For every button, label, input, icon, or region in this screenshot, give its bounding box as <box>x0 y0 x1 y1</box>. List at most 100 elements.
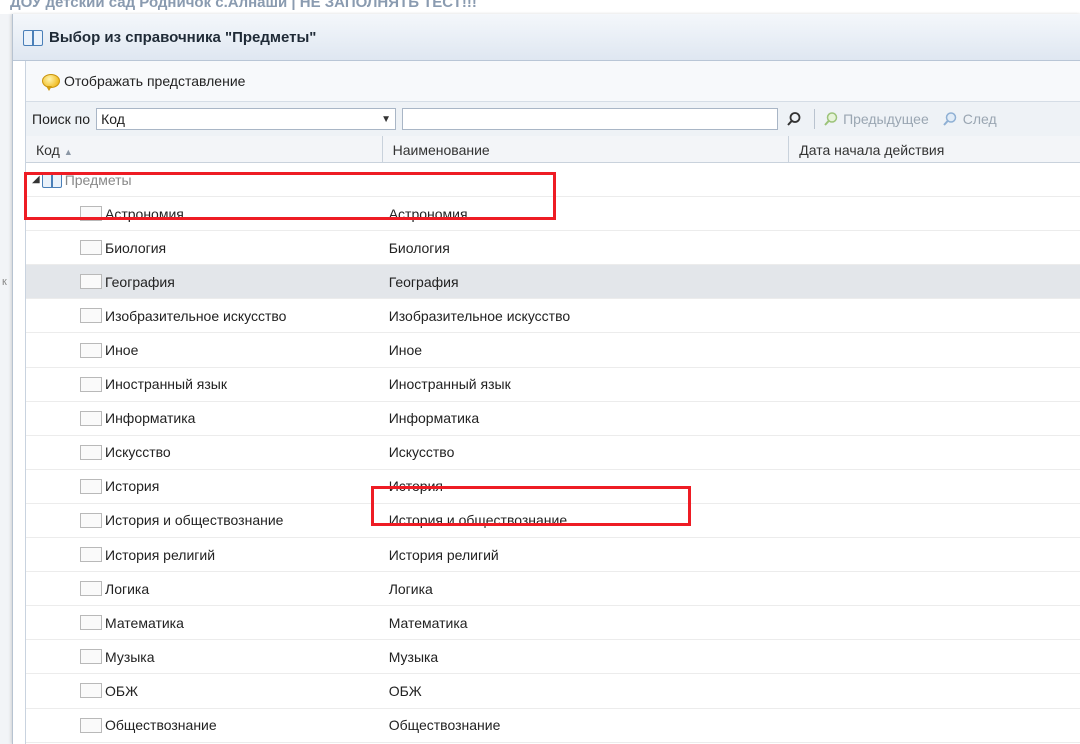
leaf-item-icon <box>80 376 102 392</box>
tree-root-label: Предметы <box>64 171 132 188</box>
leaf-item-icon <box>80 444 102 460</box>
code-cell: Астрономия <box>26 206 383 222</box>
background-left-mark: к <box>2 276 7 288</box>
table-row[interactable]: История История <box>26 470 1080 504</box>
table-row[interactable]: Биология Биология <box>26 231 1080 266</box>
background-window-title: ДОУ детский сад Родничок с.Алнаши | НЕ З… <box>10 0 477 11</box>
leaf-item-icon <box>80 206 102 222</box>
name-cell: История религий <box>388 546 499 563</box>
name-cell: Изобразительное искусство <box>388 307 571 324</box>
leaf-item-icon <box>80 615 102 631</box>
table-row[interactable]: История и обществознание История и общест… <box>26 504 1080 539</box>
dialog-header[interactable]: Выбор из справочника "Предметы" <box>13 14 1080 61</box>
search-icon <box>787 112 801 126</box>
search-input[interactable] <box>402 108 779 130</box>
code-text: Астрономия <box>105 205 184 222</box>
column-header-name[interactable]: Наименование <box>383 136 790 162</box>
table-row[interactable]: Логика Логика <box>26 572 1080 607</box>
leaf-item-icon <box>80 547 102 563</box>
code-text: Логика <box>105 580 150 597</box>
table-row[interactable]: ОБЖ ОБЖ <box>26 674 1080 709</box>
code-text: География <box>105 273 175 290</box>
name-cell: Логика <box>388 580 433 597</box>
name-cell: Музыка <box>388 648 439 665</box>
table-row[interactable]: Иное Иное <box>26 333 1080 368</box>
code-text: Музыка <box>105 648 155 665</box>
show-view-button[interactable]: Отображать представление <box>42 73 246 91</box>
previous-button[interactable]: Предыдущее <box>823 111 929 127</box>
name-cell: Иное <box>388 342 423 359</box>
show-view-label: Отображать представление <box>64 73 246 89</box>
code-text: ОБЖ <box>105 682 139 699</box>
code-text: Обществознание <box>105 717 217 734</box>
name-cell: Иностранный язык <box>388 376 511 393</box>
column-header-start-date[interactable]: Дата начала действия <box>789 136 1080 162</box>
name-cell: История <box>388 478 443 495</box>
dialog-body: Отображать представление Поиск по Код ▼ <box>25 61 1080 744</box>
search-field-select[interactable]: Код ▼ <box>96 108 397 130</box>
table-row[interactable]: Обществознание Обществознание <box>26 709 1080 743</box>
code-cell: Математика <box>26 615 383 631</box>
code-cell: Логика <box>26 581 383 597</box>
code-cell: Обществознание <box>26 717 383 733</box>
leaf-item-icon <box>80 274 102 290</box>
name-cell: История и обществознание <box>388 512 568 529</box>
code-cell: География <box>26 274 383 290</box>
code-cell: История <box>26 478 383 494</box>
grid-header: Код ▲ Наименование Дата начала действия <box>26 136 1080 163</box>
table-row[interactable]: Иностранный язык Иностранный язык <box>26 368 1080 402</box>
leaf-item-icon <box>80 308 102 324</box>
name-cell: Информатика <box>388 410 480 427</box>
code-text: Математика <box>105 614 184 631</box>
search-field-value: Код <box>101 111 125 127</box>
book-icon <box>41 171 62 189</box>
code-text: История <box>105 478 160 495</box>
next-label: След <box>962 111 997 127</box>
name-cell: Обществознание <box>388 717 501 734</box>
search-previous-icon <box>824 112 838 126</box>
search-by-label: Поиск по <box>32 111 91 127</box>
leaf-item-icon <box>80 478 102 494</box>
tree-root-cell: ◢ Предметы <box>26 171 383 189</box>
table-row[interactable]: Астрономия Астрономия <box>26 197 1080 232</box>
table-row[interactable]: Информатика Информатика <box>26 402 1080 436</box>
table-row[interactable]: География География <box>26 265 1080 300</box>
code-cell: Иное <box>26 342 383 358</box>
search-button[interactable] <box>782 108 806 130</box>
table-row[interactable]: История религий История религий <box>26 538 1080 573</box>
leaf-item-icon <box>80 410 102 426</box>
lookup-dialog: Выбор из справочника "Предметы" Отобража… <box>12 14 1080 744</box>
speech-bubble-icon <box>42 74 60 91</box>
code-text: Искусство <box>105 444 171 461</box>
search-next-icon <box>942 112 956 126</box>
book-icon <box>23 29 43 46</box>
name-cell: География <box>388 273 459 290</box>
leaf-item-icon <box>80 581 102 597</box>
code-text: Информатика <box>105 410 196 427</box>
table-row[interactable]: Искусство Искусство <box>26 436 1080 470</box>
leaf-item-icon <box>80 683 102 699</box>
dialog-title: Выбор из справочника "Предметы" <box>49 28 317 46</box>
name-cell: Искусство <box>388 444 455 461</box>
name-cell: Математика <box>388 614 468 631</box>
table-row[interactable]: Математика Математика <box>26 606 1080 641</box>
expand-triangle-icon[interactable]: ◢ <box>32 174 40 185</box>
column-header-code[interactable]: Код ▲ <box>26 136 383 162</box>
table-row[interactable]: Изобразительное искусство Изобразительное… <box>26 299 1080 334</box>
tree-root-row[interactable]: ◢ Предметы <box>26 163 1080 198</box>
code-text: История и обществознание <box>105 512 284 529</box>
next-button[interactable]: След <box>941 111 997 127</box>
leaf-item-icon <box>80 512 102 528</box>
code-text: Иностранный язык <box>105 376 227 393</box>
table-row[interactable]: Музыка Музыка <box>26 640 1080 675</box>
name-cell: Астрономия <box>388 205 468 222</box>
name-cell: ОБЖ <box>388 682 422 699</box>
code-text: Биология <box>105 239 167 256</box>
code-text: Изобразительное искусство <box>105 307 287 324</box>
search-bar: Поиск по Код ▼ Предыдущее След <box>26 102 1080 137</box>
code-cell: История и обществознание <box>26 512 383 528</box>
code-text: Иное <box>105 342 139 359</box>
code-cell: Информатика <box>26 410 383 426</box>
column-header-start-date-label: Дата начала действия <box>799 142 945 158</box>
code-cell: ОБЖ <box>26 683 383 699</box>
